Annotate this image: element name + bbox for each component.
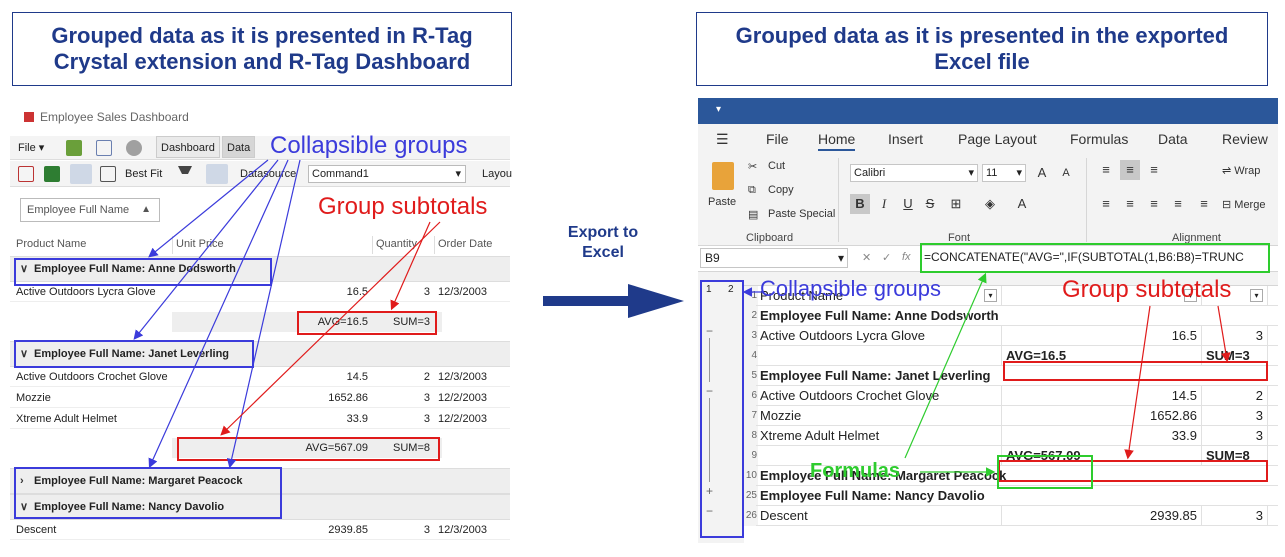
blue-arrows (133, 159, 762, 469)
green-arrows (904, 272, 996, 477)
annotation-arrows (133, 159, 1231, 477)
export-arrow (543, 284, 684, 318)
red-arrows (220, 221, 1231, 460)
